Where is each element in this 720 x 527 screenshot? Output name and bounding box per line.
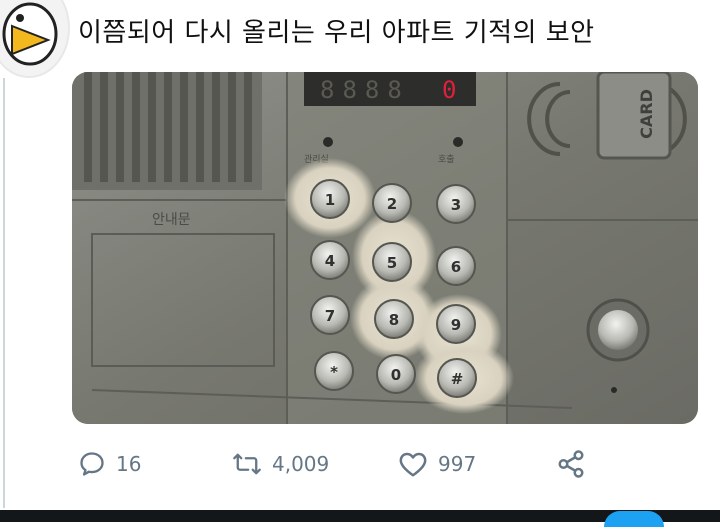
thread-line [3,78,5,508]
svg-text:3: 3 [451,196,461,214]
keypad-key-hash[interactable]: # [437,358,477,398]
svg-text:8: 8 [389,311,399,329]
indicator-led-right [453,137,463,147]
like-button[interactable]: 997 [398,446,476,482]
svg-text:0: 0 [391,366,401,384]
indicator-led-left [323,137,333,147]
reply-icon [80,452,104,476]
call-button[interactable] [586,298,650,362]
reply-count: 16 [116,452,142,476]
svg-text:*: * [330,363,338,381]
retweet-icon [233,453,261,475]
card-label: CARD [637,89,656,139]
reply-button[interactable]: 16 [78,446,141,482]
keypad-key-9[interactable]: 9 [436,304,476,344]
svg-text:9: 9 [451,316,461,334]
keypad-key-5[interactable]: 5 [372,242,412,282]
tweet-actions: 16 4,009 997 [72,446,698,482]
keypad-key-star[interactable]: * [314,351,354,391]
share-icon [558,450,584,478]
speaker-grille [72,72,262,190]
led-digit: 0 [442,76,456,104]
svg-text:2: 2 [387,195,397,213]
keypad-key-4[interactable]: 4 [310,240,350,280]
compose-button-edge[interactable] [604,511,664,527]
microphone-hole [611,387,617,393]
avatar[interactable] [0,0,70,78]
share-button[interactable] [556,446,596,482]
right-small-label: 호출 [438,154,455,164]
svg-text:8888: 8888 [320,76,410,104]
keypad-key-1[interactable]: 1 [310,179,350,219]
svg-text:1: 1 [325,191,335,209]
svg-text:5: 5 [387,254,397,272]
keypad-key-8[interactable]: 8 [374,299,414,339]
heart-icon [399,452,427,477]
notice-label: 안내문 [152,211,191,227]
svg-text:6: 6 [451,258,461,276]
retweet-count: 4,009 [272,452,330,476]
keypad-key-7[interactable]: 7 [310,295,350,335]
like-count: 997 [438,452,477,476]
avatar-image [2,2,58,66]
retweet-button[interactable]: 4,009 [232,446,329,482]
keypad-key-2[interactable]: 2 [372,183,412,223]
tweet-photo[interactable]: 안내문 8888 0 관리실 호출 1 2 3 4 5 6 7 8 9 * 0 … [72,72,698,424]
svg-text:7: 7 [325,307,335,325]
keypad-key-0[interactable]: 0 [376,354,416,394]
keypad-key-6[interactable]: 6 [436,246,476,286]
svg-text:#: # [451,370,464,388]
tweet-text: 이쯤되어 다시 올리는 우리 아파트 기적의 보안 [78,18,595,48]
svg-text:4: 4 [325,252,335,270]
keypad-key-3[interactable]: 3 [436,184,476,224]
